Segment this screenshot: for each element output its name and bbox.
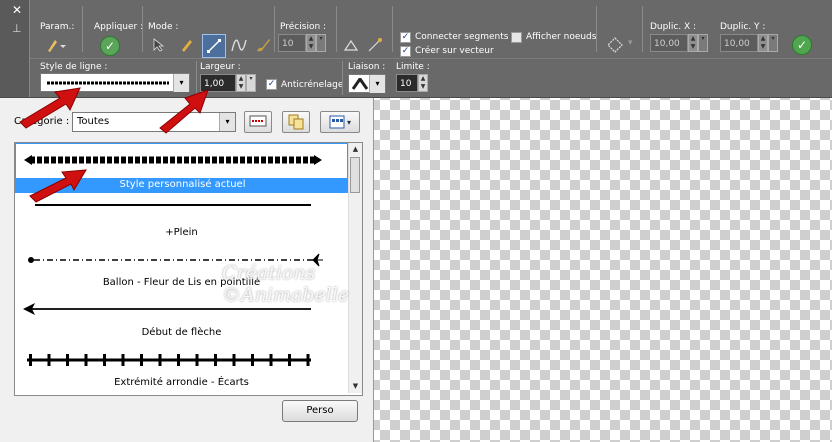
precision-label: Précision : xyxy=(280,22,327,32)
view-options-button[interactable]: ▾ xyxy=(320,111,360,133)
line-segment-icon[interactable] xyxy=(202,34,226,58)
categorie-value: Toutes xyxy=(77,116,110,127)
pin-icon[interactable]: ⊥ xyxy=(12,22,22,35)
arrow-select-icon[interactable] xyxy=(148,34,170,56)
copy-style-button[interactable] xyxy=(282,111,310,133)
scroll-up-icon[interactable]: ▲ xyxy=(349,143,362,156)
separator xyxy=(596,6,597,52)
chevron-down-icon[interactable]: ▾ xyxy=(369,75,385,93)
separator xyxy=(342,61,343,95)
scrollbar-thumb[interactable] xyxy=(350,157,360,193)
appliquer-label: Appliquer : xyxy=(94,22,144,32)
style-de-ligne-label: Style de ligne : xyxy=(40,62,108,72)
liaison-label: Liaison : xyxy=(348,62,386,72)
list-scrollbar[interactable]: ▲ ▼ xyxy=(348,143,362,393)
separator xyxy=(274,6,275,52)
apply-check-icon[interactable]: ✓ xyxy=(100,36,120,56)
watermark-line-2: ©Animabelle xyxy=(222,284,350,306)
param-label: Param.: xyxy=(40,22,75,32)
toolbar-grip[interactable]: ✕ ⊥ xyxy=(0,0,30,97)
duplic-x-spinner[interactable]: ▲ ▼ xyxy=(688,34,698,52)
scroll-down-icon[interactable]: ▼ xyxy=(349,380,362,393)
duplic-y-field[interactable]: 10,00 xyxy=(720,34,758,52)
chevron-down-icon[interactable]: ▾ xyxy=(219,113,235,131)
separator xyxy=(336,6,337,52)
connecter-segments-label: Connecter segments xyxy=(415,32,509,42)
limite-label: Limite : xyxy=(396,62,430,72)
separator xyxy=(82,6,83,52)
edit-style-button[interactable] xyxy=(244,111,272,133)
separator xyxy=(392,6,393,52)
limite-spinner[interactable]: ▲ ▼ xyxy=(418,74,428,92)
duplicate-nodes-icon[interactable] xyxy=(604,34,626,56)
pen-tool-icon[interactable] xyxy=(42,34,70,56)
list-item-label: Début de flèche xyxy=(141,327,222,338)
precision-dropdown[interactable]: ▾ xyxy=(316,34,326,52)
limite-field[interactable]: 10 xyxy=(396,74,418,92)
line-style-preview-icon xyxy=(47,81,169,85)
duplic-y-spinner[interactable]: ▲ ▼ xyxy=(758,34,768,52)
brush-icon[interactable] xyxy=(252,34,274,56)
separator xyxy=(642,6,643,52)
largeur-label: Largeur : xyxy=(200,62,241,72)
line-style-preview xyxy=(35,204,311,206)
perso-button[interactable]: Perso xyxy=(282,400,358,422)
watermark: Créations ©Animabelle xyxy=(222,262,349,306)
line-style-dropdown[interactable]: ▾ xyxy=(40,73,190,92)
chevron-down-icon: ▾ xyxy=(346,117,351,127)
line-style-preview xyxy=(24,155,322,165)
anticrenelage-label: Anticrénelage xyxy=(281,80,344,90)
list-item-style-personnalise[interactable]: Style personnalisé actuel xyxy=(15,143,349,193)
mode-label: Mode : xyxy=(148,22,179,32)
bezier-icon[interactable] xyxy=(228,34,250,56)
precision-field[interactable]: 10 xyxy=(278,34,306,52)
creer-sur-vecteur-checkbox[interactable]: ✓ xyxy=(400,46,411,57)
afficher-noeuds-label: Afficher noeuds xyxy=(526,32,597,42)
separator xyxy=(142,6,143,52)
list-item-plein[interactable]: +Plein xyxy=(15,193,348,243)
list-item-label: Style personnalisé actuel xyxy=(16,178,349,192)
list-item-label: +Plein xyxy=(165,227,198,238)
pencil-icon[interactable] xyxy=(176,34,198,56)
toolbar-row-1: Param.: Appliquer : ✓ Mode : Précision :… xyxy=(30,0,832,58)
anticrenelage-checkbox[interactable]: ✓ xyxy=(266,79,277,90)
watermark-line-1: Créations xyxy=(222,262,316,284)
toolbar-row-2: Style de ligne : ▾ Largeur : 1,00 ▲ ▼ ▾ ✓… xyxy=(30,58,832,98)
categorie-label: Catégorie : xyxy=(14,116,70,127)
line-style-preview xyxy=(27,354,311,366)
precision-spinner[interactable]: ▲ ▼ xyxy=(306,34,316,52)
separator xyxy=(196,61,197,95)
angle-icon[interactable] xyxy=(340,34,362,56)
ok-icon[interactable]: ✓ xyxy=(792,35,812,55)
list-item-extremite-arrondie[interactable]: Extrémité arrondie - Écarts xyxy=(15,343,348,393)
line-tool-options-toolbar: ✕ ⊥ Param.: Appliquer : ✓ Mode : Précisi… xyxy=(0,0,832,98)
afficher-noeuds-checkbox[interactable] xyxy=(511,32,522,43)
chevron-down-icon[interactable]: ▾ xyxy=(173,74,189,92)
grid-view-icon xyxy=(329,115,345,129)
liaison-dropdown[interactable]: ▾ xyxy=(348,74,386,93)
duplic-x-field[interactable]: 10,00 xyxy=(650,34,688,52)
creer-sur-vecteur-label: Créer sur vecteur xyxy=(415,46,494,56)
style-editor-icon xyxy=(249,115,267,127)
categorie-dropdown[interactable]: Toutes ▾ xyxy=(72,112,236,132)
duplic-x-dropdown[interactable]: ▾ xyxy=(698,34,708,52)
largeur-spinner[interactable]: ▲ ▼ xyxy=(236,74,246,92)
duplic-y-label: Duplic. Y : xyxy=(720,22,766,32)
largeur-field[interactable]: 1,00 xyxy=(200,74,236,92)
duplic-y-dropdown[interactable]: ▾ xyxy=(768,34,778,52)
duplic-x-label: Duplic. X : xyxy=(650,22,697,32)
copy-icon xyxy=(288,114,304,130)
join-miter-icon xyxy=(352,78,368,90)
close-icon[interactable]: ✕ xyxy=(12,3,22,17)
connecter-segments-checkbox[interactable]: ✓ xyxy=(400,32,411,43)
chevron-down-icon[interactable]: ▾ xyxy=(628,38,633,48)
largeur-dropdown[interactable]: ▾ xyxy=(246,74,256,92)
list-item-label: Extrémité arrondie - Écarts xyxy=(114,377,249,388)
node-edit-icon[interactable] xyxy=(364,34,386,56)
